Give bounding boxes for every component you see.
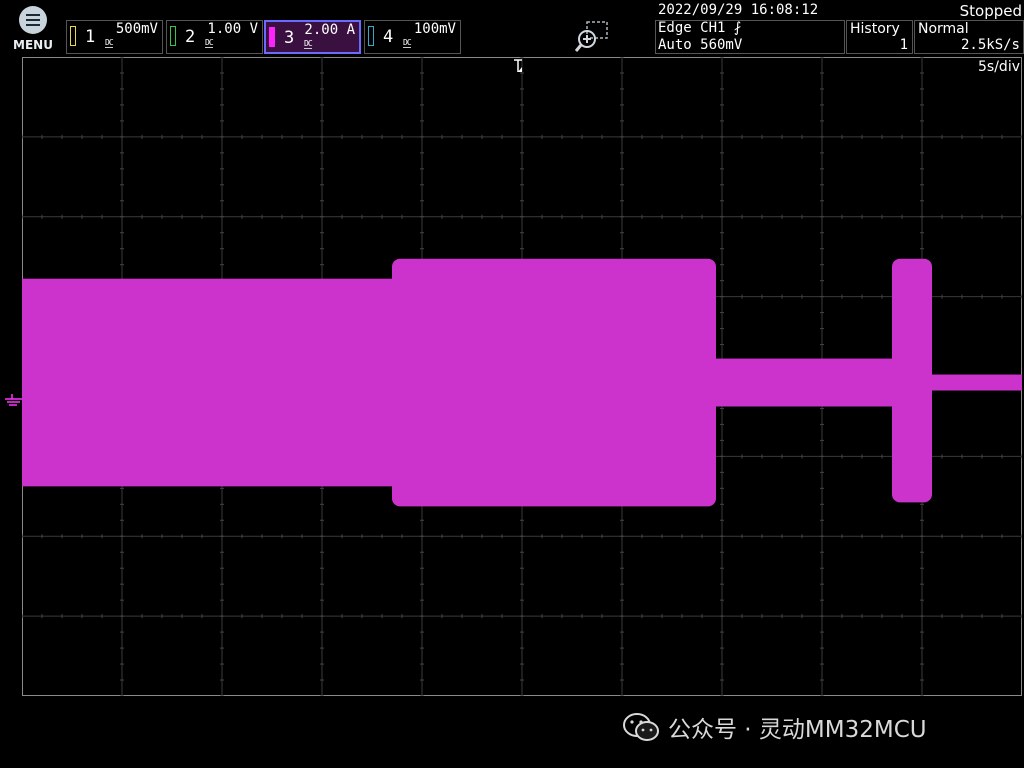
- channel-2-coupling-icon: DC: [205, 38, 214, 48]
- zoom-in-icon: [574, 21, 608, 52]
- channel-3-waveform: [22, 258, 1022, 507]
- wechat-icon: [623, 713, 659, 741]
- waveform-segment: [22, 278, 392, 487]
- trigger-type: Edge CH1 ⨏: [658, 20, 742, 36]
- channel-2-scale: 1.00 V: [207, 21, 258, 37]
- channel-4-coupling-icon: DC: [403, 38, 412, 48]
- trigger-level: Auto 560mV: [658, 37, 743, 53]
- watermark-text: 公众号 · 灵动MM32MCU: [668, 717, 927, 743]
- date-time: 2022/09/29 16:08:12: [658, 2, 819, 18]
- channel-3-color-icon: [269, 27, 275, 47]
- channel-4-button[interactable]: 4 100mV DC: [364, 20, 461, 54]
- channel-3-number: 3: [284, 28, 295, 48]
- trigger-position-icon[interactable]: [512, 58, 526, 78]
- history-count: 1: [899, 37, 908, 53]
- ground-reference-icon[interactable]: [4, 392, 24, 414]
- channel-4-scale: 100mV: [413, 21, 456, 37]
- sample-rate: 2.5kS/s: [960, 37, 1020, 53]
- waveform-segment: [932, 374, 1022, 391]
- acquisition-settings[interactable]: Normal 2.5kS/s: [914, 20, 1024, 54]
- channel-4-number: 4: [383, 27, 394, 47]
- waveform-segment: [716, 358, 892, 407]
- zoom-button[interactable]: [574, 20, 611, 54]
- history-button[interactable]: History 1: [846, 20, 913, 54]
- channel-1-number: 1: [85, 27, 96, 47]
- history-label: History: [850, 21, 900, 37]
- waveform-display[interactable]: [22, 57, 1022, 696]
- acquisition-mode: Normal: [918, 21, 969, 37]
- timebase[interactable]: 5s/div: [978, 59, 1020, 75]
- menu-button[interactable]: MENU: [8, 4, 58, 54]
- channel-2-number: 2: [185, 27, 196, 47]
- channel-1-scale: 500mV: [115, 21, 158, 37]
- channel-3-scale: 2.00 A: [304, 22, 355, 38]
- channel-3-button[interactable]: 3 2.00 A DC: [264, 20, 361, 54]
- channel-1-coupling-icon: DC: [105, 38, 114, 48]
- run-state[interactable]: Stopped: [960, 2, 1022, 20]
- channel-3-coupling-icon: DC: [304, 39, 313, 49]
- watermark: 公众号 · 灵动MM32MCU: [622, 710, 927, 744]
- channel-2-color-icon: [170, 26, 176, 46]
- channel-2-button[interactable]: 2 1.00 V DC: [166, 20, 263, 54]
- menu-label: MENU: [13, 38, 53, 52]
- waveform-segment: [392, 258, 716, 507]
- channel-4-color-icon: [368, 26, 374, 46]
- channel-1-color-icon: [70, 26, 76, 46]
- channel-1-button[interactable]: 1 500mV DC: [66, 20, 163, 54]
- waveform-segment: [892, 258, 932, 503]
